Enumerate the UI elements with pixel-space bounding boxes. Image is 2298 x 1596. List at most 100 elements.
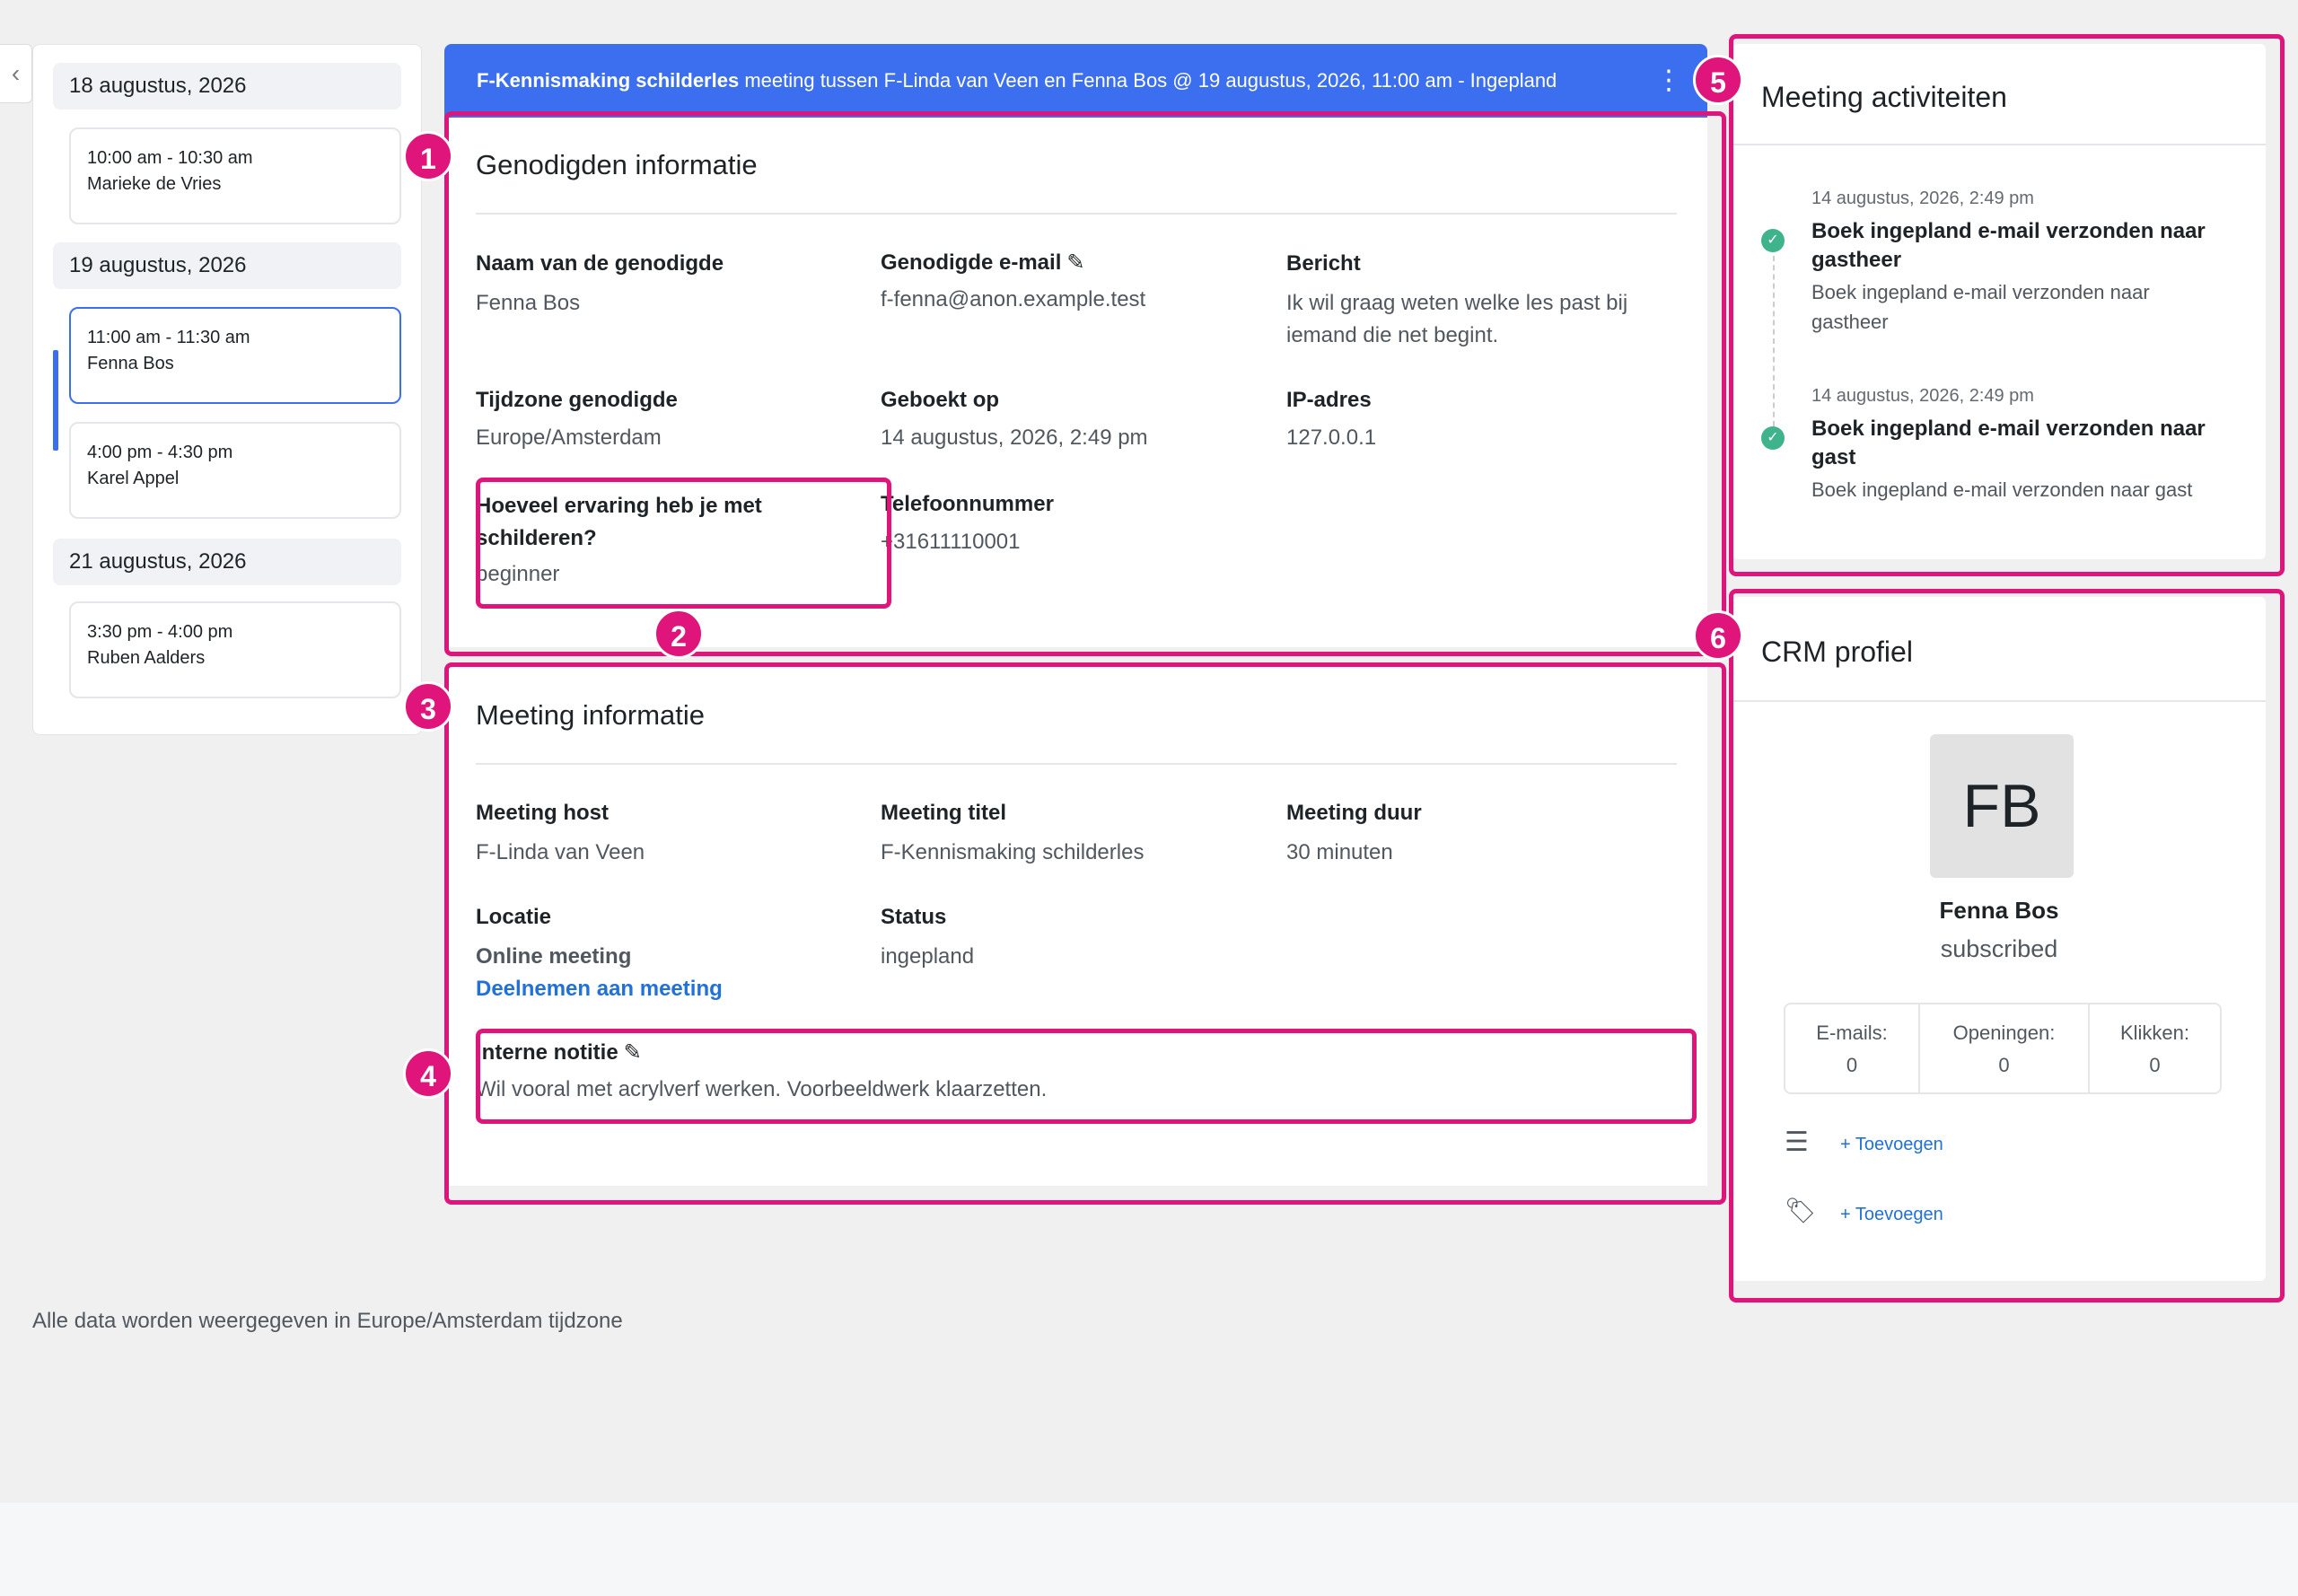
slot-name: Ruben Aalders — [87, 648, 206, 668]
crm-title: CRM profiel — [1761, 636, 1913, 668]
add-tag-button[interactable]: + Toevoegen — [1840, 1205, 1943, 1225]
activity-desc-line: Boek ingepland e-mail verzonden naar — [1811, 281, 2150, 303]
timeline-line — [1773, 256, 1775, 426]
booking-slot[interactable]: 3:30 pm - 4:00 pm Ruben Aalders — [69, 601, 401, 698]
annotation-badge-5: 5 — [1693, 55, 1743, 105]
stat-label: Openingen: — [1952, 1022, 2056, 1044]
message-label: Bericht — [1286, 251, 1361, 276]
meeting-info-card — [444, 665, 1707, 1186]
experience-answer: beginner — [476, 562, 560, 586]
status-value: ingepland — [881, 944, 975, 969]
tag-icon: 🏷 — [1785, 1197, 1817, 1224]
phone-value: +31611110001 — [881, 530, 1021, 554]
slot-time: 10:00 am - 10:30 am — [87, 148, 253, 168]
invitee-section-title: Genodigden informatie — [476, 149, 758, 180]
invitee-name-label: Naam van de genodigde — [476, 251, 724, 276]
slot-name: Karel Appel — [87, 469, 180, 488]
stat-value: 0 — [1846, 1054, 1858, 1076]
crm-stats: E-mails: 0 Openingen: 0 Klikken: 0 — [1784, 1003, 2222, 1094]
active-indicator — [53, 350, 58, 451]
date-heading: 21 augustus, 2026 — [53, 539, 401, 585]
activity-title: Boek ingepland e-mail verzonden naar gas… — [1811, 217, 2206, 275]
date-heading: 19 augustus, 2026 — [53, 242, 401, 289]
activity-description: Boek ingepland e-mail verzonden naar gas… — [1811, 478, 2193, 501]
stat-label: E-mails: — [1816, 1022, 1888, 1044]
header-meeting-details: meeting tussen F-Linda van Veen en Fenna… — [739, 69, 1557, 92]
message-value: Ik wil graag weten welke les past bij ie… — [1286, 291, 1628, 347]
header-meeting-name: F-Kennismaking schilderles — [477, 69, 740, 92]
activity-title-line: Boek ingepland e-mail verzonden naar — [1811, 219, 2206, 243]
internal-note-label: Interne notitie ✎ — [476, 1039, 642, 1065]
activity-date: 14 augustus, 2026, 2:49 pm — [1811, 386, 2034, 406]
avatar: FB — [1930, 734, 2074, 878]
slot-time: 11:00 am - 11:30 am — [87, 328, 250, 347]
activity-title-line: Boek ingepland e-mail verzonden naar — [1811, 417, 2206, 441]
ip-value: 127.0.0.1 — [1286, 425, 1377, 450]
pencil-edit-icon[interactable]: ✎ — [624, 1040, 642, 1065]
annotation-badge-2: 2 — [653, 609, 704, 659]
stat-value: 0 — [2149, 1054, 2161, 1076]
join-meeting-link[interactable]: Deelnemen aan meeting — [476, 973, 723, 1005]
email-label-text: Genodigde e-mail — [881, 250, 1062, 275]
booking-slot[interactable]: 4:00 pm - 4:30 pm Karel Appel — [69, 422, 401, 519]
booking-slot-active[interactable]: 11:00 am - 11:30 am Fenna Bos — [69, 307, 401, 404]
annotation-badge-3: 3 — [403, 681, 453, 732]
ip-label: IP-adres — [1286, 388, 1372, 412]
meeting-title-value: F-Kennismaking schilderles — [881, 840, 1145, 864]
stat-value: 0 — [1998, 1054, 2010, 1076]
pencil-edit-icon[interactable]: ✎ — [1066, 250, 1084, 275]
invitee-email-label: Genodigde e-mail ✎ — [881, 250, 1084, 276]
crm-contact-status: subscribed — [1940, 935, 2058, 962]
invitee-info-card — [444, 118, 1707, 647]
activity-title: Boek ingepland e-mail verzonden naar gas… — [1811, 415, 2206, 472]
stat-label: Klikken: — [2119, 1022, 2190, 1044]
meeting-header: F-Kennismaking schilderles meeting tusse… — [444, 44, 1707, 118]
status-label: Status — [881, 905, 947, 929]
stat-opens: Openingen: 0 — [1920, 1004, 2090, 1092]
meeting-section-title: Meeting informatie — [476, 699, 706, 731]
location-value: Online meeting — [476, 944, 632, 969]
divider — [476, 763, 1677, 765]
activity-desc-line: gastheer — [1811, 311, 1889, 333]
activity-date: 14 augustus, 2026, 2:49 pm — [1811, 189, 2034, 208]
invitee-name-value: Fenna Bos — [476, 291, 581, 315]
invitee-timezone-value: Europe/Amsterdam — [476, 425, 662, 450]
kebab-icon[interactable]: ⋮ — [1655, 44, 1682, 118]
location-label: Locatie — [476, 905, 552, 929]
annotation-badge-4: 4 — [403, 1048, 453, 1099]
booked-at-label: Geboekt op — [881, 388, 1000, 412]
internal-note-value: Wil vooral met acrylverf werken. Voorbee… — [476, 1077, 1048, 1101]
booking-slot[interactable]: 10:00 am - 10:30 am Marieke de Vries — [69, 127, 401, 224]
invitee-email-value: f-fenna@anon.example.test — [881, 287, 1146, 311]
activity-title-line: gast — [1811, 445, 1856, 469]
stat-emails: E-mails: 0 — [1785, 1004, 1920, 1092]
internal-note-label-text: Interne notitie — [476, 1040, 618, 1065]
date-list-panel: 18 augustus, 2026 10:00 am - 10:30 am Ma… — [32, 44, 422, 735]
timezone-note: Alle data worden weergegeven in Europe/A… — [32, 1309, 623, 1333]
meeting-title-label: Meeting titel — [881, 801, 1007, 825]
invitee-timezone-label: Tijdzone genodigde — [476, 388, 678, 412]
activity-title-line: gastheer — [1811, 248, 1902, 272]
divider — [1732, 144, 2266, 145]
annotation-badge-6: 6 — [1693, 610, 1743, 661]
activity-description: Boek ingepland e-mail verzonden naar gas… — [1811, 277, 2150, 337]
add-list-button[interactable]: + Toevoegen — [1840, 1135, 1943, 1155]
experience-question-label: Hoeveel ervaring heb je met schilderen? — [476, 494, 762, 550]
meeting-duration-label: Meeting duur — [1286, 801, 1422, 825]
slot-name: Fenna Bos — [87, 354, 174, 373]
phone-label: Telefoonnummer — [881, 492, 1054, 516]
meeting-host-value: F-Linda van Veen — [476, 840, 645, 864]
list-icon: ☰ — [1785, 1127, 1809, 1157]
booked-at-value: 14 augustus, 2026, 2:49 pm — [881, 425, 1148, 450]
divider — [476, 213, 1677, 215]
annotation-badge-1: 1 — [403, 131, 453, 181]
meeting-duration-value: 30 minuten — [1286, 840, 1393, 864]
collapse-sidebar-button[interactable]: ‹ — [0, 44, 32, 103]
slot-name: Marieke de Vries — [87, 174, 222, 194]
check-circle-icon: ✓ — [1761, 229, 1785, 252]
check-circle-icon: ✓ — [1761, 426, 1785, 450]
slot-time: 4:00 pm - 4:30 pm — [87, 443, 233, 462]
slot-time: 3:30 pm - 4:00 pm — [87, 622, 233, 642]
crm-contact-name: Fenna Bos — [1939, 897, 2059, 924]
chevron-left-icon: ‹ — [11, 59, 21, 87]
